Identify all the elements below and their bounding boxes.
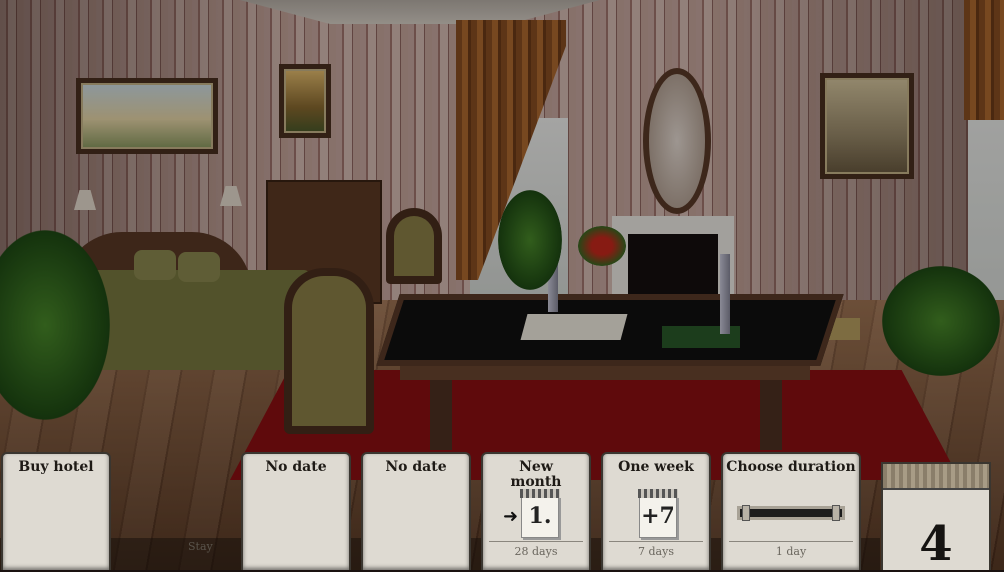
day-counter: 4 bbox=[881, 462, 991, 572]
pillow-right bbox=[178, 252, 220, 282]
slider-left-knob-icon[interactable] bbox=[742, 505, 750, 521]
corner-chair bbox=[386, 208, 442, 284]
divider bbox=[489, 541, 583, 542]
duration-days: 1 day bbox=[775, 545, 807, 558]
new-month-label-line1: New bbox=[519, 459, 553, 475]
stay-label: Stay bbox=[188, 540, 213, 553]
counter-value: 4 bbox=[919, 516, 953, 572]
choose-duration-label: Choose duration bbox=[726, 459, 856, 475]
date-slot-1-button[interactable]: No date bbox=[241, 452, 351, 570]
date-slot-2-button[interactable]: No date bbox=[361, 452, 471, 570]
duration-slider[interactable] bbox=[737, 505, 845, 521]
open-book bbox=[520, 314, 628, 340]
new-month-days: 28 days bbox=[514, 545, 558, 558]
painting-small bbox=[279, 64, 331, 138]
new-month-calendar-value: 1. bbox=[528, 503, 552, 529]
plant-window bbox=[498, 190, 562, 290]
calendar-icon: 1. bbox=[520, 489, 560, 538]
arrow-right-icon: ➜ bbox=[503, 506, 519, 527]
pillow-left bbox=[134, 250, 176, 280]
new-month-label-line2: month bbox=[510, 474, 562, 490]
curtain-right bbox=[964, 0, 1004, 120]
divider bbox=[729, 541, 853, 542]
painting-city bbox=[76, 78, 218, 154]
one-week-button[interactable]: One week +7 7 days bbox=[601, 452, 711, 570]
oval-mirror bbox=[643, 68, 711, 214]
counter-header-ornament bbox=[883, 464, 989, 490]
choose-duration-panel: Choose duration 1 day bbox=[721, 452, 861, 570]
one-week-calendar-value: +7 bbox=[641, 503, 675, 529]
divider bbox=[609, 541, 703, 542]
one-week-days: 7 days bbox=[638, 545, 674, 558]
buy-hotel-label: Buy hotel bbox=[18, 459, 94, 475]
one-week-label: One week bbox=[618, 459, 694, 475]
plant-right bbox=[882, 266, 1000, 376]
calendar-icon: +7 bbox=[638, 489, 678, 538]
rose-vase bbox=[578, 226, 626, 266]
slider-right-knob-icon[interactable] bbox=[832, 505, 840, 521]
new-month-button[interactable]: New month ➜ 1. 28 days bbox=[481, 452, 591, 570]
candlestick-right bbox=[720, 254, 730, 334]
painting-street bbox=[820, 73, 914, 179]
new-month-label: New month bbox=[483, 460, 589, 490]
buy-hotel-button[interactable]: Buy hotel bbox=[1, 452, 111, 570]
date-slot-2-label: No date bbox=[385, 459, 447, 475]
date-slot-1-label: No date bbox=[265, 459, 327, 475]
desk-chair bbox=[284, 268, 374, 434]
